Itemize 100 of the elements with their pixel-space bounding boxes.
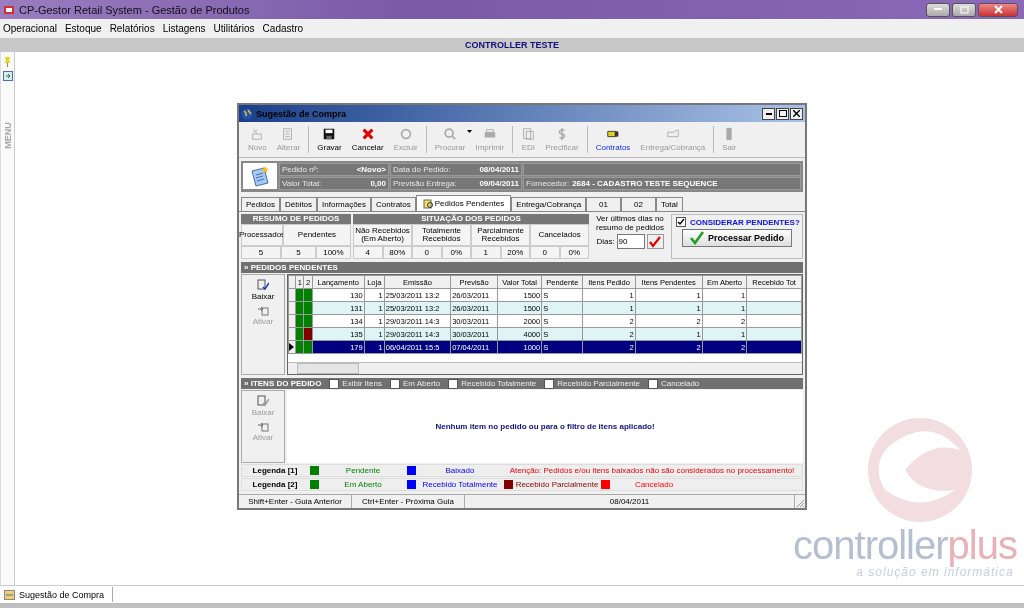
column-heading: Pendentes bbox=[283, 224, 351, 246]
search-icon bbox=[443, 127, 458, 141]
tab[interactable]: Contratos bbox=[371, 197, 416, 211]
checkbox[interactable] bbox=[676, 217, 686, 227]
legend-title: Legenda [2] bbox=[251, 480, 299, 489]
menu-item[interactable]: Listagens bbox=[161, 23, 207, 34]
documents-icon bbox=[521, 127, 536, 141]
arrow-document-icon bbox=[257, 304, 269, 316]
summary-value: 0 bbox=[530, 246, 560, 259]
summary-value: 20% bbox=[500, 246, 530, 259]
checkmark-icon bbox=[649, 235, 662, 248]
maximize-button[interactable] bbox=[776, 107, 789, 120]
summary-value: 100% bbox=[315, 246, 351, 259]
checkbox[interactable] bbox=[448, 378, 459, 389]
column-heading: Totalmente Recebidos bbox=[412, 224, 471, 246]
total-value: 0,00 bbox=[370, 179, 386, 188]
minimize-button[interactable] bbox=[926, 2, 950, 17]
days-label: Dias: bbox=[596, 237, 615, 246]
summary-value: 80% bbox=[382, 246, 412, 259]
document-check-icon bbox=[257, 279, 269, 291]
panel-icon[interactable] bbox=[2, 71, 13, 81]
legend-note: Atenção: Pedidos e/ou itens baixados não são considerados no processamento! bbox=[508, 466, 796, 475]
tab[interactable]: Débitos bbox=[279, 197, 318, 211]
legend-label: Cancelado bbox=[633, 480, 675, 489]
status-text: 08/04/2011 bbox=[465, 495, 795, 508]
checkbox[interactable] bbox=[648, 378, 659, 389]
field-label: Previsão Entrega: bbox=[393, 179, 457, 188]
company-banner: CONTROLLER TESTE bbox=[0, 38, 1024, 52]
column-heading: Cancelados bbox=[530, 224, 589, 246]
column-heading: Parcialmente Recebidos bbox=[471, 224, 530, 246]
delivery-date: 09/04/2011 bbox=[479, 179, 519, 188]
menu-item[interactable]: Estoque bbox=[63, 23, 103, 34]
status-text: Ctrl+Enter - Próxima Guia bbox=[352, 495, 465, 508]
checkmark-icon bbox=[689, 231, 704, 245]
days-field[interactable]: 90 bbox=[616, 234, 645, 249]
section-title: » PEDIDOS PENDENTES bbox=[244, 263, 338, 272]
maximize-icon bbox=[778, 110, 787, 117]
field-label: Fornecedor: bbox=[526, 179, 570, 188]
toolbar-button[interactable]: Cancelar bbox=[346, 122, 389, 157]
field-label: Pedido nº: bbox=[282, 165, 319, 174]
toolbar-button[interactable]: Contratos bbox=[590, 122, 636, 157]
legend-title: Legenda [1] bbox=[251, 466, 299, 475]
tab[interactable]: Entrega/Cobrança bbox=[511, 197, 587, 211]
summary-value: 1 bbox=[471, 246, 501, 259]
section-title: » ITENS DO PEDIDO bbox=[244, 379, 322, 388]
summary-value: 4 bbox=[353, 246, 383, 259]
document-star-icon bbox=[250, 165, 270, 187]
taskbar-item[interactable]: Sugestão de Compra bbox=[0, 587, 114, 602]
process-order-button[interactable]: Processar Pedido bbox=[682, 229, 792, 247]
arrow-document-icon bbox=[257, 420, 269, 432]
tab[interactable]: Total bbox=[655, 197, 683, 211]
tab[interactable]: 02 bbox=[621, 197, 656, 211]
summary-value: 5 bbox=[241, 246, 281, 259]
checkbox-label: Recebido Totalmente bbox=[461, 379, 537, 388]
app-icon bbox=[3, 3, 15, 16]
circle-icon bbox=[398, 127, 413, 141]
checkmark-icon bbox=[677, 218, 685, 226]
pushpin-icon[interactable] bbox=[3, 56, 12, 67]
minimize-icon bbox=[765, 112, 772, 115]
table-cell bbox=[746, 288, 802, 302]
minimize-button[interactable] bbox=[762, 107, 775, 120]
close-button[interactable] bbox=[978, 2, 1018, 17]
globe-icon bbox=[241, 107, 253, 120]
column-heading: Não Recebidos (Em Aberto) bbox=[353, 224, 412, 246]
menu-item[interactable]: Utilitários bbox=[212, 23, 256, 34]
menu-item[interactable]: Operacional bbox=[2, 23, 58, 34]
checkbox-label: Recebido Parcialmente bbox=[557, 379, 641, 388]
toolbar-button[interactable]: Gravar bbox=[312, 122, 347, 157]
window-icon bbox=[4, 589, 15, 600]
checkbox-label: Em Aberto bbox=[402, 379, 441, 388]
action-button[interactable]: Baixar bbox=[251, 279, 275, 301]
checkbox-label: Cancelado bbox=[661, 379, 700, 388]
supplier-value: 2684 - CADASTRO TESTE SEQUENCE bbox=[572, 179, 718, 188]
horizontal-scrollbar[interactable] bbox=[288, 362, 802, 374]
field-label: Valor Total: bbox=[282, 179, 322, 188]
tab[interactable]: 01 bbox=[586, 197, 621, 211]
menu-item[interactable]: Relatórios bbox=[108, 23, 156, 34]
checkbox-label: CONSIDERAR PENDENTES? bbox=[690, 217, 800, 227]
menu-item[interactable]: Cadastro bbox=[261, 23, 305, 34]
table-cell bbox=[746, 314, 802, 328]
order-date: 08/04/2011 bbox=[479, 165, 519, 174]
resize-grip-icon[interactable] bbox=[795, 498, 805, 508]
legend-label: Recebido Totalmente bbox=[421, 480, 499, 489]
maximize-icon bbox=[959, 5, 969, 14]
checkbox[interactable] bbox=[389, 378, 400, 389]
document-check-icon bbox=[257, 395, 269, 407]
checkbox[interactable] bbox=[544, 378, 555, 389]
apply-button[interactable] bbox=[646, 234, 664, 249]
column-heading: Processados bbox=[241, 224, 283, 246]
tab[interactable]: Pedidos Pendentes bbox=[415, 195, 512, 211]
summary-value: 0 bbox=[412, 246, 442, 259]
tab[interactable]: Pedidos bbox=[241, 197, 280, 211]
dialog-title: Sugestão de Compra bbox=[256, 108, 347, 119]
summary-value: 5 bbox=[280, 246, 316, 259]
tab[interactable]: Informações bbox=[317, 197, 372, 211]
checkbox[interactable] bbox=[329, 378, 340, 389]
row-pointer-icon bbox=[289, 343, 294, 351]
maximize-button[interactable] bbox=[952, 2, 976, 17]
logo-wordmark: controllerplus bbox=[793, 525, 1017, 565]
close-button[interactable] bbox=[790, 107, 803, 120]
